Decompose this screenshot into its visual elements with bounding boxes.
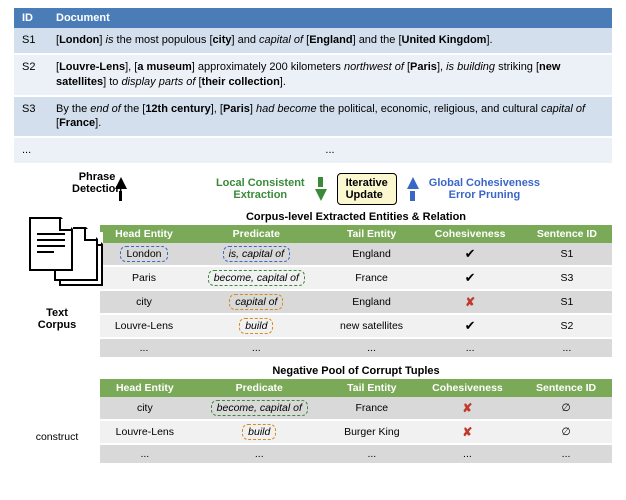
tail-entity-cell: ... (325, 338, 419, 358)
document-row: S3By the end of the [12th century], [Par… (14, 96, 612, 138)
iterative-update-label: IterativeUpdate (337, 173, 397, 205)
cohesiveness-cell: ... (415, 444, 520, 464)
cohesiveness-cell: ... (418, 338, 521, 358)
predicate-cell: become, capital of (188, 266, 325, 290)
head-entity-cell: ... (100, 444, 190, 464)
arrow-down-icon (315, 189, 327, 201)
table-row: ............... (100, 338, 612, 358)
cohesiveness-cell: ✔ (418, 314, 521, 338)
predicate-cell: ... (190, 444, 329, 464)
global-cohesiveness-label: Global CohesivenessError Pruning (429, 177, 540, 201)
col-sentence-id: Sentence ID (520, 379, 612, 397)
head-entity-cell: Louvre-Lens (100, 420, 190, 444)
col-sentence-id: Sentence ID (522, 225, 612, 243)
local-consistent-label: Local ConsistentExtraction (216, 177, 305, 201)
doc-id: S2 (14, 54, 48, 96)
cohesiveness-cell: ✔ (418, 243, 521, 266)
table-row: Louvre-LensbuildBurger King✘∅ (100, 420, 612, 444)
tail-entity-cell: Burger King (329, 420, 415, 444)
phrase-detection-label: PhraseDetection (72, 171, 122, 195)
head-entity-cell: city (100, 290, 188, 314)
predicate-cell: ... (188, 338, 325, 358)
sentence-id-cell: S1 (522, 290, 612, 314)
sentence-id-cell: ... (520, 444, 612, 464)
table-row: Parisbecome, capital ofFrance✔S3 (100, 266, 612, 290)
predicate-cell: capital of (188, 290, 325, 314)
col-head-entity: Head Entity (100, 379, 190, 397)
negative-title: Negative Pool of Corrupt Tuples (100, 365, 612, 377)
col-cohesiveness: Cohesiveness (415, 379, 520, 397)
doc-id: S3 (14, 96, 48, 138)
document-stack-icon (29, 217, 73, 271)
text-corpus-label: TextCorpus (38, 307, 77, 331)
table-row: citybecome, capital ofFrance✘∅ (100, 397, 612, 420)
predicate-cell: build (188, 314, 325, 338)
doc-text: ... (48, 137, 612, 164)
arrow-up-icon (407, 177, 419, 189)
col-predicate: Predicate (188, 225, 325, 243)
tail-entity-cell: England (325, 290, 419, 314)
sentence-id-cell: ∅ (520, 420, 612, 444)
col-tail-entity: Tail Entity (325, 225, 419, 243)
negative-table: Head Entity Predicate Tail Entity Cohesi… (100, 379, 612, 465)
documents-table: ID Document S1[London] is the most popul… (14, 8, 612, 165)
cohesiveness-cell: ✔ (418, 266, 521, 290)
sentence-id-cell: ∅ (520, 397, 612, 420)
head-entity-cell: Louvre-Lens (100, 314, 188, 338)
cohesiveness-cell: ✘ (415, 420, 520, 444)
table-row: Louvre-Lensbuildnew satellites✔S2 (100, 314, 612, 338)
tail-entity-cell: new satellites (325, 314, 419, 338)
col-tail-entity: Tail Entity (329, 379, 415, 397)
extracted-title: Corpus-level Extracted Entities & Relati… (100, 211, 612, 223)
document-row: ...... (14, 137, 612, 164)
sentence-id-cell: ... (522, 338, 612, 358)
col-head-entity: Head Entity (100, 225, 188, 243)
doc-text: [London] is the most populous [city] and… (48, 28, 612, 54)
table-row: ............... (100, 444, 612, 464)
tail-entity-cell: France (325, 266, 419, 290)
sentence-id-cell: S3 (522, 266, 612, 290)
extracted-table: Head Entity Predicate Tail Entity Cohesi… (100, 225, 612, 359)
predicate-cell: become, capital of (190, 397, 329, 420)
doc-text: [Louvre-Lens], [a museum] approximately … (48, 54, 612, 96)
document-row: S2[Louvre-Lens], [a museum] approximatel… (14, 54, 612, 96)
sentence-id-cell: S2 (522, 314, 612, 338)
head-entity-cell: city (100, 397, 190, 420)
cohesiveness-cell: ✘ (418, 290, 521, 314)
sentence-id-cell: S1 (522, 243, 612, 266)
col-predicate: Predicate (190, 379, 329, 397)
table-row: citycapital ofEngland✘S1 (100, 290, 612, 314)
construct-label: construct (36, 431, 79, 443)
head-entity-cell: Paris (100, 266, 188, 290)
predicate-cell: build (190, 420, 329, 444)
head-entity-cell: ... (100, 338, 188, 358)
cohesiveness-cell: ✘ (415, 397, 520, 420)
col-id: ID (14, 8, 48, 28)
document-row: S1[London] is the most populous [city] a… (14, 28, 612, 54)
tail-entity-cell: ... (329, 444, 415, 464)
head-entity-cell: London (100, 243, 188, 266)
predicate-cell: is, capital of (188, 243, 325, 266)
doc-id: S1 (14, 28, 48, 54)
col-cohesiveness: Cohesiveness (418, 225, 521, 243)
col-document: Document (48, 8, 612, 28)
tail-entity-cell: England (325, 243, 419, 266)
doc-id: ... (14, 137, 48, 164)
table-row: Londonis, capital ofEngland✔S1 (100, 243, 612, 266)
doc-text: By the end of the [12th century], [Paris… (48, 96, 612, 138)
tail-entity-cell: France (329, 397, 415, 420)
process-labels: PhraseDetection Local ConsistentExtracti… (14, 173, 612, 205)
